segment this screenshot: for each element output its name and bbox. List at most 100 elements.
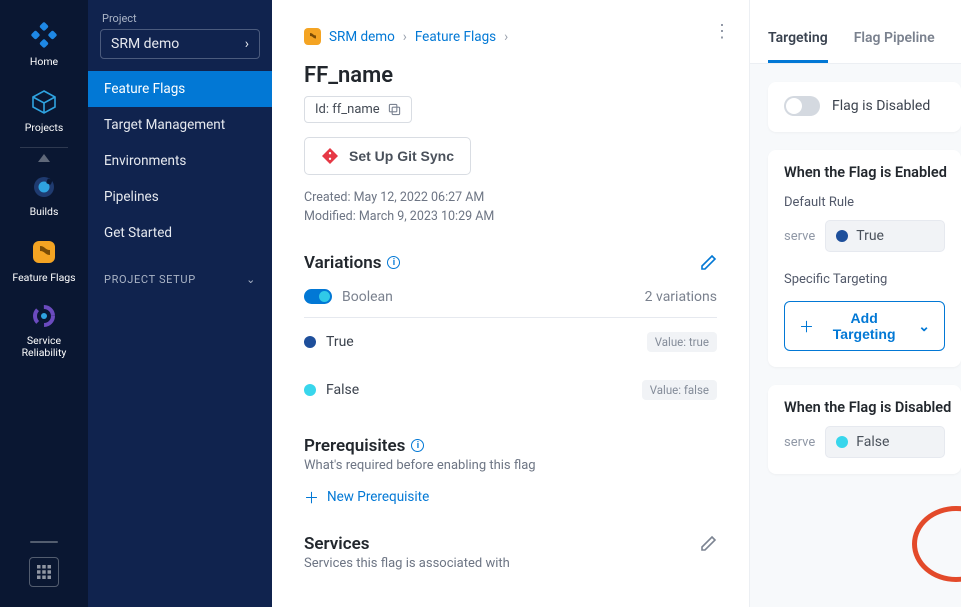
variation-value-true: Value: true [647,332,717,352]
feature-flags-icon [30,238,58,266]
git-sync-label: Set Up Git Sync [349,148,454,164]
flag-meta: Created: May 12, 2022 06:27 AM Modified:… [304,189,717,227]
copy-icon[interactable] [388,103,401,116]
ff-breadcrumb-icon [304,28,321,45]
variation-dot-false [304,384,316,396]
rail-builds[interactable]: Builds [0,164,88,228]
home-logo-icon [29,20,59,50]
flag-modified: Modified: March 9, 2023 10:29 AM [304,208,717,227]
sidebar-item-pipelines[interactable]: Pipelines [88,179,272,215]
edit-variations-icon[interactable] [700,254,717,271]
prerequisites-heading: Prerequisites [304,436,405,456]
rail-feature-flags[interactable]: Feature Flags [0,228,88,294]
grid-icon [37,565,51,579]
variation-row-false: False Value: false [304,366,717,414]
info-icon[interactable]: i [387,256,400,269]
project-setup-toggle[interactable]: PROJECT SETUP ⌄ [88,251,272,296]
add-prerequisite-button[interactable]: ＋ New Prerequisite [304,487,429,508]
flag-created: Created: May 12, 2022 06:27 AM [304,189,717,208]
variation-name-false: False [326,382,359,398]
project-setup-label: PROJECT SETUP [104,273,196,286]
rail-projects[interactable]: Projects [0,78,88,144]
project-selector[interactable]: SRM demo › [100,29,260,59]
tabs: Targeting Flag Pipeline [750,0,961,64]
rail-home[interactable]: Home [0,10,88,78]
variation-name-true: True [326,334,354,350]
boolean-toggle-icon [304,289,332,304]
services-subtext: Services this flag is associated with [304,556,717,571]
sidebar-item-environments[interactable]: Environments [88,143,272,179]
add-targeting-label: Add Targeting [822,310,906,342]
cube-icon [30,88,58,116]
rail-bottom-sep [30,541,58,543]
edit-services-icon[interactable] [700,535,717,552]
flag-id-chip: Id: ff_name [304,96,412,123]
flag-id-text: Id: ff_name [315,102,380,117]
serve-select-disabled[interactable]: False [825,426,945,458]
add-prereq-label: New Prerequisite [327,489,429,505]
git-icon [321,147,339,165]
sidebar-item-feature-flags[interactable]: Feature Flags [88,71,272,107]
breadcrumb-project[interactable]: SRM demo [329,29,395,45]
serve-dot-true [836,230,848,242]
default-rule-label: Default Rule [784,195,945,210]
variation-value-false: Value: false [642,380,717,400]
serve-row-disabled: serve False [784,426,945,458]
breadcrumb-sep-1: › [403,29,407,45]
enabled-title: When the Flag is Enabled [784,164,945,181]
rail-service-reliability[interactable]: Service Reliability [0,293,88,368]
variation-type-row: Boolean 2 variations [304,289,717,318]
serve-dot-false [836,436,848,448]
breadcrumb: SRM demo › Feature Flags › [304,28,717,45]
flag-enable-toggle[interactable] [784,96,820,116]
rail-separator [20,147,68,148]
tab-flag-pipeline[interactable]: Flag Pipeline [854,30,935,63]
disabled-rules-card: When the Flag is Disabled serve False [768,385,961,474]
right-panel: Targeting Flag Pipeline Flag is Disabled… [749,0,961,607]
plus-icon-targeting: ＋ [799,316,814,337]
rail-bottom [0,541,88,607]
kebab-menu[interactable]: ⋮ [713,28,731,35]
variations-head: Variations i [304,253,717,273]
chevron-down-icon: ⌄ [246,273,256,286]
git-sync-button[interactable]: Set Up Git Sync [304,137,471,175]
serve-select-enabled[interactable]: True [825,220,945,252]
specific-targeting-label: Specific Targeting [784,272,945,287]
detail-pane: SRM demo › Feature Flags › ⋮ FF_name Id:… [272,0,749,607]
main: SRM demo › Feature Flags › ⋮ FF_name Id:… [272,0,961,607]
prerequisites-subtext: What's required before enabling this fla… [304,458,717,473]
tab-targeting[interactable]: Targeting [768,30,828,63]
flag-state-label: Flag is Disabled [832,98,930,114]
rail-sr-label: Service Reliability [22,335,67,358]
info-icon-prereq[interactable]: i [411,439,424,452]
service-reliability-icon [31,303,57,329]
services-head: Services [304,534,717,554]
chevron-down-icon-targeting: ⌄ [918,318,930,335]
rail-projects-label: Projects [25,122,64,134]
rail-home-label: Home [30,56,58,68]
variation-dot-true [304,336,316,348]
project-name: SRM demo [111,36,179,52]
enabled-rules-card: When the Flag is Enabled Default Rule se… [768,150,961,367]
serve-label-1: serve [784,229,815,244]
sidebar-item-target-management[interactable]: Target Management [88,107,272,143]
serve-value-false: False [856,434,889,450]
variation-row-true: True Value: true [304,318,717,366]
chevron-right-icon: › [245,36,249,52]
variations-heading: Variations [304,253,381,273]
rail-apps-grid[interactable] [29,557,59,587]
rail-ff-label: Feature Flags [12,272,75,284]
serve-label-2: serve [784,435,815,450]
serve-row-enabled: serve True [784,220,945,252]
breadcrumb-section[interactable]: Feature Flags [415,29,496,45]
services-heading: Services [304,534,369,554]
variation-count: 2 variations [645,289,717,305]
sidebar: Project SRM demo › Feature Flags Target … [88,0,272,607]
flag-state-card: Flag is Disabled [768,82,961,132]
add-targeting-button[interactable]: ＋ Add Targeting ⌄ [784,301,945,351]
serve-value-true: True [856,228,884,244]
sidebar-item-get-started[interactable]: Get Started [88,215,272,251]
nav-rail: Home Projects Builds Feature Flags Servi… [0,0,88,607]
variation-type-label: Boolean [342,289,393,305]
rail-collapse-icon[interactable] [38,154,50,162]
